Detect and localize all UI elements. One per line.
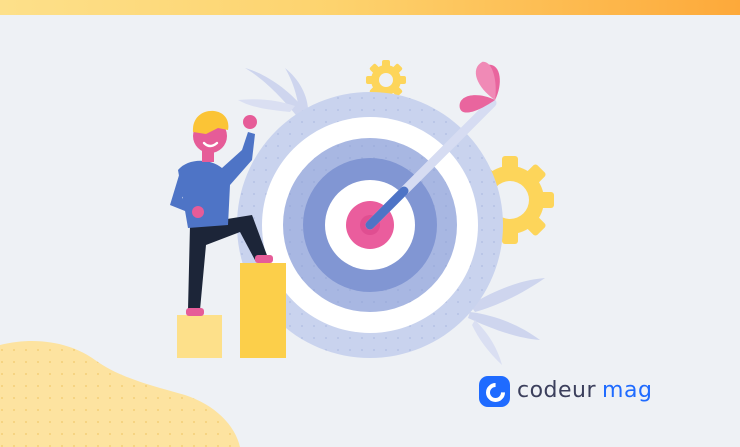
brand-wordmark: codeur mag [517,380,652,402]
brand-logo[interactable]: codeur mag [479,374,652,408]
hero-banner: codeur mag [0,0,740,447]
leaf-icon [238,68,309,120]
codeur-c-logo-icon [479,375,510,407]
brand-name-part2: mag [602,378,653,403]
brand-name-part1: codeur [517,378,597,403]
